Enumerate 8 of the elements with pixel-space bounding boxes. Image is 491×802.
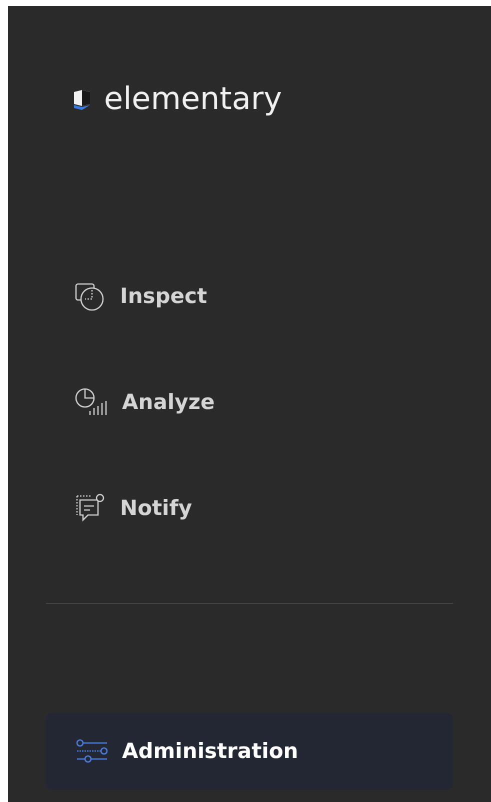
sliders-icon: [76, 739, 108, 764]
nav-item[interactable]: Notify: [46, 484, 453, 532]
brand-name: elementary: [104, 84, 282, 115]
nav-item[interactable]: Analyze: [46, 378, 453, 426]
shapes-icon: [74, 282, 106, 312]
nav-item[interactable]: Inspect: [46, 273, 453, 320]
cube-logo-icon: [72, 88, 92, 110]
nav-item[interactable]: Administration: [46, 712, 453, 790]
